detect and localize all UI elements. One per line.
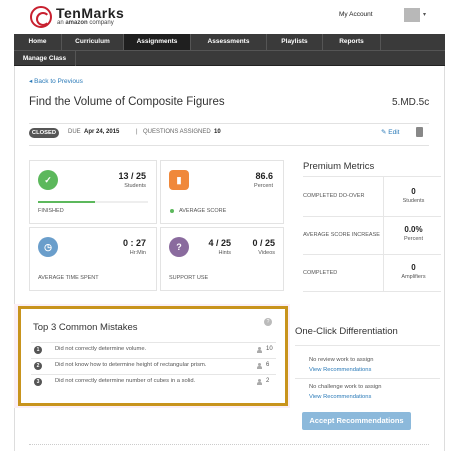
- due-info: DUE Apr 24, 2015: [68, 129, 119, 135]
- mistake-count: 6: [266, 362, 270, 368]
- avatar[interactable]: [404, 8, 420, 22]
- main-nav: Home Curriculum Assignments Assessments …: [14, 34, 445, 67]
- accept-recommendations-button[interactable]: Accept Recommendations: [302, 412, 411, 430]
- back-link-label: Back to Previous: [34, 78, 83, 85]
- help-icon[interactable]: ?: [264, 318, 272, 326]
- premium-row-do-over: COMPLETED DO-OVER 0 Students: [303, 176, 441, 216]
- hints-unit: Hints: [218, 250, 231, 256]
- questions-label: QUESTIONS ASSIGNED: [143, 129, 211, 135]
- nav-item-reports[interactable]: Reports: [323, 34, 381, 50]
- common-mistakes-panel: [18, 306, 288, 406]
- premium-row-unit: Students: [402, 198, 425, 204]
- divider: [295, 378, 440, 379]
- mistake-row[interactable]: 3 Did not correctly determine number of …: [31, 374, 276, 388]
- average-time-unit: Hr:Min: [129, 250, 146, 256]
- support-use-label: SUPPORT USE: [169, 275, 209, 281]
- divider: [29, 145, 429, 146]
- meta-divider: |: [136, 129, 138, 135]
- mistake-count: 10: [266, 346, 273, 352]
- questions-count: 10: [214, 129, 221, 135]
- nav-item-playlists[interactable]: Playlists: [267, 34, 323, 50]
- due-label: DUE: [68, 129, 81, 135]
- edit-label: Edit: [388, 129, 400, 136]
- bar-chart-icon: ▮: [169, 170, 189, 190]
- premium-row-value: 0.0%: [404, 225, 423, 234]
- page-title: Find the Volume of Composite Figures: [29, 96, 225, 108]
- premium-row-unit: Amplifiers: [401, 274, 426, 280]
- nav-item-assignments[interactable]: Assignments: [124, 34, 191, 50]
- stat-card-average-score: ▮ 86.6 Percent AVERAGE SCORE: [160, 160, 284, 224]
- premium-row-label: COMPLETED DO-OVER: [303, 193, 365, 199]
- mistake-text: Did not know how to determine height of …: [55, 362, 207, 368]
- review-status-text: No review work to assign: [309, 357, 374, 363]
- hints-value: 4 / 25: [208, 238, 231, 248]
- videos-unit: Videos: [258, 250, 275, 256]
- average-time-label: AVERAGE TIME SPENT: [38, 275, 99, 281]
- my-account-link[interactable]: My Account: [339, 11, 373, 18]
- mistake-text: Did not correctly determine volume.: [55, 346, 147, 352]
- back-to-previous-link[interactable]: ◂ Back to Previous: [29, 77, 83, 85]
- common-mistakes-title: Top 3 Common Mistakes: [33, 322, 138, 333]
- videos-value: 0 / 25: [252, 238, 275, 248]
- help-icon: ?: [169, 237, 189, 257]
- mistake-count: 2: [266, 378, 270, 384]
- mistake-row[interactable]: 2 Did not know how to determine height o…: [31, 358, 276, 372]
- status-badge: CLOSED: [29, 128, 59, 138]
- mistake-text: Did not correctly determine number of cu…: [55, 378, 196, 384]
- nav-item-assessments[interactable]: Assessments: [191, 34, 267, 50]
- average-score-unit: Percent: [254, 183, 273, 189]
- edit-button[interactable]: ✎ Edit: [381, 128, 399, 136]
- finished-label: FINISHED: [38, 208, 64, 214]
- top-bar: TenMarks an amazon company My Account ▾: [0, 0, 449, 34]
- score-dot-icon: [170, 209, 174, 213]
- mistake-number-badge: 1: [34, 346, 42, 354]
- checkmark-icon: ✓: [38, 170, 58, 190]
- premium-row-value: 0: [411, 263, 416, 272]
- mistake-number-badge: 2: [34, 362, 42, 370]
- mistake-number-badge: 3: [34, 378, 42, 386]
- brand-subtitle: an amazon company: [57, 20, 114, 26]
- review-recommendations-link[interactable]: View Recommendations: [309, 367, 371, 373]
- premium-row-score-increase: AVERAGE SCORE INCREASE 0.0% Percent: [303, 216, 441, 254]
- chevron-down-icon[interactable]: ▾: [423, 11, 426, 18]
- average-time-value: 0 : 27: [122, 238, 146, 248]
- nav-row-secondary: Manage Class: [14, 50, 445, 67]
- premium-row-label: AVERAGE SCORE INCREASE: [303, 232, 380, 238]
- stat-card-support-use: ? 4 / 25 Hints 0 / 25 Videos SUPPORT USE: [160, 227, 284, 291]
- standard-code: 5.MD.5c: [392, 97, 430, 108]
- finished-progress-fill: [38, 201, 96, 203]
- tenmarks-logo-icon[interactable]: [30, 6, 52, 28]
- finished-progress-bar: [38, 201, 148, 203]
- finished-value: 13 / 25: [118, 171, 146, 181]
- nav-item-home[interactable]: Home: [14, 34, 62, 50]
- premium-row-label: COMPLETED: [303, 270, 338, 276]
- stat-card-finished: ✓ 13 / 25 Students FINISHED: [29, 160, 157, 224]
- brand-name[interactable]: TenMarks: [56, 5, 124, 21]
- premium-row-value: 0: [411, 187, 416, 196]
- person-icon: [257, 363, 262, 369]
- premium-metrics-title: Premium Metrics: [303, 161, 375, 172]
- nav-item-curriculum[interactable]: Curriculum: [62, 34, 124, 50]
- divider: [29, 444, 429, 445]
- average-score-label: AVERAGE SCORE: [179, 208, 227, 214]
- stat-card-average-time: ◷ 0 : 27 Hr:Min AVERAGE TIME SPENT: [29, 227, 157, 291]
- person-icon: [257, 379, 262, 385]
- premium-row-unit: Percent: [404, 236, 423, 242]
- mistake-row[interactable]: 1 Did not correctly determine volume. 10: [31, 342, 276, 356]
- average-score-value: 86.6: [255, 171, 273, 181]
- finished-unit: Students: [124, 183, 146, 189]
- due-date: Apr 24, 2015: [84, 129, 120, 135]
- differentiation-title: One-Click Differentiation: [295, 326, 398, 337]
- person-icon: [257, 347, 262, 353]
- trash-icon[interactable]: [416, 127, 423, 137]
- premium-row-completed: COMPLETED 0 Amplifiers: [303, 254, 441, 292]
- challenge-status-text: No challenge work to assign: [309, 384, 382, 390]
- nav-item-manage-class[interactable]: Manage Class: [14, 51, 76, 67]
- challenge-recommendations-link[interactable]: View Recommendations: [309, 394, 371, 400]
- questions-info: QUESTIONS ASSIGNED 10: [143, 129, 221, 135]
- stopwatch-icon: ◷: [38, 237, 58, 257]
- divider: [29, 123, 429, 124]
- divider: [295, 345, 440, 346]
